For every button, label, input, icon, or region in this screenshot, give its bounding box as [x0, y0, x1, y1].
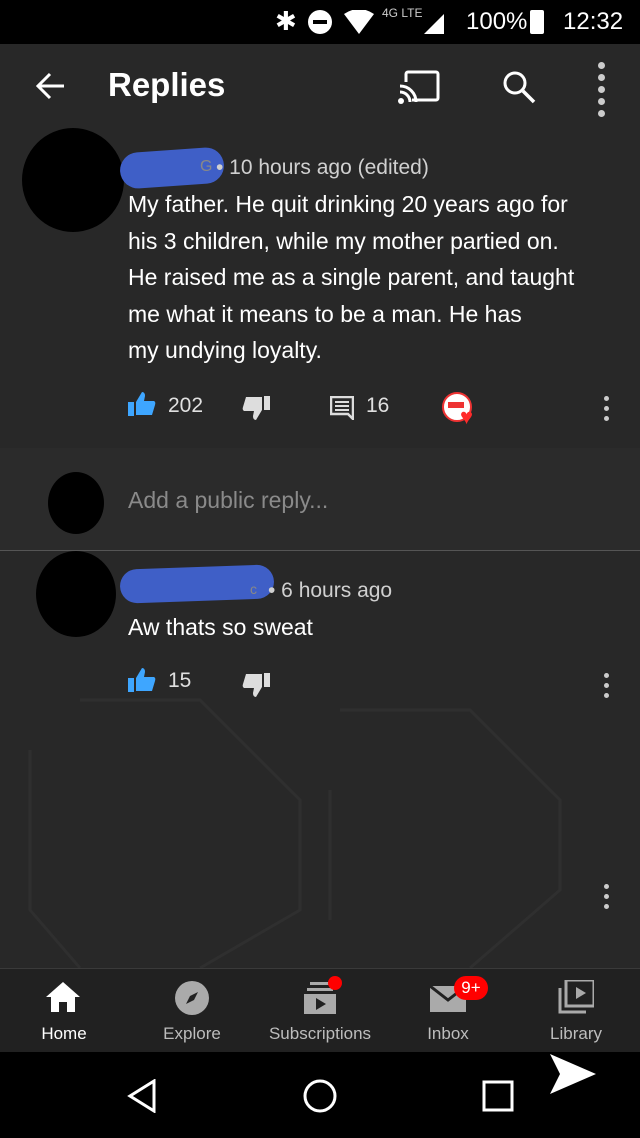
home-icon [46, 982, 80, 1012]
battery-icon [530, 10, 544, 34]
avatar[interactable] [22, 128, 124, 232]
like-icon[interactable] [128, 668, 156, 692]
reply-author[interactable]: c [250, 581, 257, 597]
wifi-icon [344, 10, 374, 34]
compass-icon [175, 981, 209, 1015]
item-more-icon[interactable] [604, 884, 610, 914]
more-vert-icon[interactable] [598, 62, 605, 122]
comment-thread: G • 10 hours ago (edited) My father. He … [0, 128, 640, 448]
comment-meta: • 10 hours ago (edited) [216, 156, 429, 179]
status-bar: ✱ 4G LTE 100% 12:32 [0, 0, 640, 44]
do-not-disturb-icon [308, 10, 332, 34]
battery-percent: 100% [466, 8, 528, 35]
reply-item: c • 6 hours ago Aw thats so sweat 15 [0, 551, 640, 711]
library-icon [558, 980, 594, 1014]
reply-input[interactable]: Add a public reply... [128, 487, 328, 514]
reply-text: Aw thats so sweat [128, 614, 313, 640]
nav-home-label: Home [41, 1024, 87, 1043]
like-icon[interactable] [128, 392, 156, 416]
signal-icon [424, 14, 444, 34]
loading-placeholder [28, 698, 562, 968]
network-indicator: 4G LTE [382, 6, 423, 20]
home-circle-icon[interactable] [302, 1078, 338, 1114]
comment-more-icon[interactable] [604, 396, 610, 426]
nav-library-label: Library [550, 1024, 602, 1043]
app-bar: Replies [0, 44, 640, 128]
back-triangle-icon[interactable] [126, 1079, 158, 1113]
new-dot [328, 976, 342, 990]
system-nav-bar [0, 1052, 640, 1138]
bluetooth-icon: ✱ [275, 6, 297, 36]
reply-count: 16 [366, 394, 390, 417]
nav-explore-label: Explore [163, 1024, 221, 1043]
nav-inbox-label: Inbox [427, 1024, 469, 1043]
nav-subscriptions-label: Subscriptions [268, 1024, 372, 1043]
send-arrow-icon [550, 1054, 596, 1094]
my-avatar [48, 472, 104, 534]
clock: 12:32 [563, 8, 624, 35]
creator-heart-icon: ♥ [442, 392, 480, 429]
like-count: 202 [168, 394, 204, 417]
comment-author[interactable]: G [200, 158, 212, 176]
recents-square-icon[interactable] [482, 1080, 514, 1112]
notification-badge: 9+ [454, 976, 488, 1000]
reply-meta: • 6 hours ago [268, 579, 393, 602]
back-arrow-icon[interactable] [34, 70, 66, 102]
comment-text: My father. He quit drinking 20 years ago… [128, 191, 575, 363]
cast-icon[interactable] [398, 70, 440, 104]
search-icon[interactable] [502, 70, 536, 104]
page-title: Replies [108, 66, 226, 103]
avatar[interactable] [36, 551, 116, 637]
dislike-icon[interactable] [242, 396, 270, 420]
reply-icon[interactable] [330, 396, 354, 420]
